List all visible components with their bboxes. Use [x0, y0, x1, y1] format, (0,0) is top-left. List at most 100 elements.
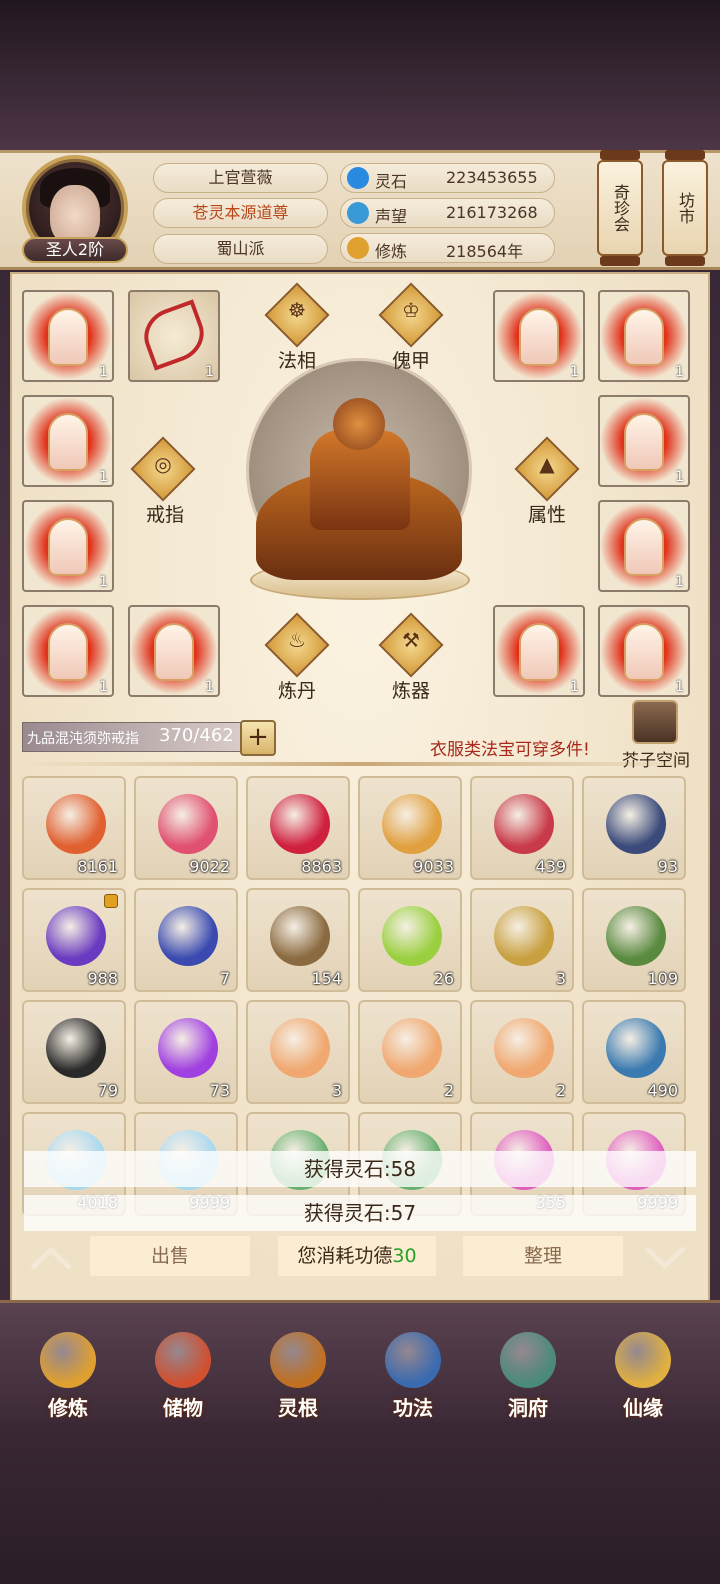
inventory-item[interactable]: 73: [134, 1000, 238, 1104]
nav-item[interactable]: 修炼: [18, 1312, 118, 1422]
market-button[interactable]: 坊市: [662, 160, 708, 256]
equipment-slot[interactable]: 1: [22, 605, 114, 697]
scroll-up-arrow[interactable]: [26, 1240, 76, 1276]
item-count: 988: [87, 969, 118, 988]
black-talisman-icon: [46, 1018, 106, 1078]
bow-icon: [136, 299, 212, 371]
inventory-item[interactable]: 109: [582, 888, 686, 992]
equip-hint: 衣服类法宝可穿多件!: [430, 740, 590, 760]
item-count: 109: [647, 969, 678, 988]
nav-label: 储物: [163, 1396, 203, 1420]
robe-icon: [624, 518, 664, 576]
nav-label: 仙缘: [623, 1396, 663, 1420]
storage-bag-icon: [155, 1332, 211, 1388]
item-count: 2: [555, 1081, 566, 1100]
inventory-item[interactable]: 988: [22, 888, 126, 992]
fa-xiang-button[interactable]: ☸: [264, 282, 330, 352]
equipment-slot[interactable]: 1: [598, 605, 690, 697]
inventory-item[interactable]: 2: [358, 1000, 462, 1104]
scroll-down-arrow[interactable]: [640, 1240, 690, 1276]
inventory-item[interactable]: 439: [470, 776, 574, 880]
inventory-item[interactable]: 7: [134, 888, 238, 992]
inventory-item[interactable]: 154: [246, 888, 350, 992]
bottom-background: [0, 1422, 720, 1584]
inventory-item[interactable]: 3: [246, 1000, 350, 1104]
item-count: 3: [555, 969, 566, 988]
equipment-slot[interactable]: 1: [128, 605, 220, 697]
inventory-item[interactable]: 26: [358, 888, 462, 992]
fortune-gourd-icon: [615, 1332, 671, 1388]
equipment-slot[interactable]: 1: [493, 290, 585, 382]
item-count: 2: [443, 1081, 454, 1100]
capacity-value: 370/462: [159, 725, 234, 746]
ring-button[interactable]: ◎: [130, 436, 196, 506]
inventory-item[interactable]: 93: [582, 776, 686, 880]
attributes-label: 属性: [527, 504, 566, 526]
item-count: 1: [99, 469, 108, 485]
nav-item[interactable]: 洞府: [478, 1312, 578, 1422]
inventory-item[interactable]: 490: [582, 1000, 686, 1104]
nav-item[interactable]: 储物: [133, 1312, 233, 1422]
item-count: 1: [675, 574, 684, 590]
equipment-slot[interactable]: 1: [598, 395, 690, 487]
cave-icon: [500, 1332, 556, 1388]
lock-icon: [104, 894, 118, 908]
robe-icon: [48, 413, 88, 471]
merit-status: 您消耗功德30: [278, 1236, 436, 1276]
scroll-icon: [382, 1018, 442, 1078]
raspberry-icon: [270, 794, 330, 854]
cauldron-glyph: ♨: [288, 628, 306, 652]
inventory-item[interactable]: 79: [22, 1000, 126, 1104]
item-count: 1: [570, 364, 579, 380]
inventory-item[interactable]: 3: [470, 888, 574, 992]
equipment-slot[interactable]: 1: [22, 500, 114, 592]
alchemy-button[interactable]: ♨: [264, 612, 330, 682]
item-count: 1: [570, 679, 579, 695]
rank-badge: 圣人2阶: [22, 237, 128, 263]
player-name: 上官萱薇: [153, 163, 328, 193]
stat-value: 218564年: [446, 242, 524, 261]
mustard-space-label[interactable]: 芥子空间: [622, 746, 690, 771]
avatar-face: [50, 185, 100, 245]
bound-sticks-icon: [270, 906, 330, 966]
nav-item[interactable]: 仙缘: [593, 1312, 693, 1422]
equipment-slot[interactable]: 1: [22, 395, 114, 487]
item-count: 439: [535, 857, 566, 876]
nav-item[interactable]: 灵根: [248, 1312, 348, 1422]
item-count: 1: [205, 364, 214, 380]
attributes-button[interactable]: ▲: [514, 436, 580, 506]
chevron-down-icon: [644, 1246, 686, 1270]
scroll-cap: [665, 150, 705, 160]
inventory-item[interactable]: 8161: [22, 776, 126, 880]
equipment-slot[interactable]: 1: [598, 290, 690, 382]
equipment-slot-bow[interactable]: 1: [128, 290, 220, 382]
purple-crystal-icon: [46, 906, 106, 966]
equipment-slot[interactable]: 1: [22, 290, 114, 382]
item-count: 1: [675, 364, 684, 380]
scroll-cap: [665, 256, 705, 266]
mustard-space-icon[interactable]: [632, 700, 678, 744]
scroll-icon: [494, 1018, 554, 1078]
ring-name: 九品混沌须弥戒指: [27, 731, 139, 747]
inventory-item[interactable]: 9022: [134, 776, 238, 880]
expand-capacity-button[interactable]: +: [240, 720, 276, 756]
equipment-slot[interactable]: 1: [493, 605, 585, 697]
inventory-item[interactable]: 8863: [246, 776, 350, 880]
treasure-hall-button[interactable]: 奇珍会: [597, 160, 643, 256]
scroll-cap: [600, 150, 640, 160]
figure-glyph: ☸: [288, 298, 306, 322]
inventory-item[interactable]: 9033: [358, 776, 462, 880]
sort-button[interactable]: 整理: [463, 1236, 623, 1276]
technique-book-icon: [385, 1332, 441, 1388]
forge-label: 炼器: [391, 680, 430, 702]
nav-item[interactable]: 功法: [363, 1312, 463, 1422]
stat-row: 声望 216173268: [340, 198, 555, 228]
equipment-slot[interactable]: 1: [598, 500, 690, 592]
forge-button[interactable]: ⚒: [378, 612, 444, 682]
scroll-cap: [600, 256, 640, 266]
kui-jia-button[interactable]: ♔: [378, 282, 444, 352]
sell-button[interactable]: 出售: [90, 1236, 250, 1276]
armor-glyph: ♔: [402, 298, 420, 322]
stat-label: 灵石: [375, 172, 408, 191]
inventory-item[interactable]: 2: [470, 1000, 574, 1104]
